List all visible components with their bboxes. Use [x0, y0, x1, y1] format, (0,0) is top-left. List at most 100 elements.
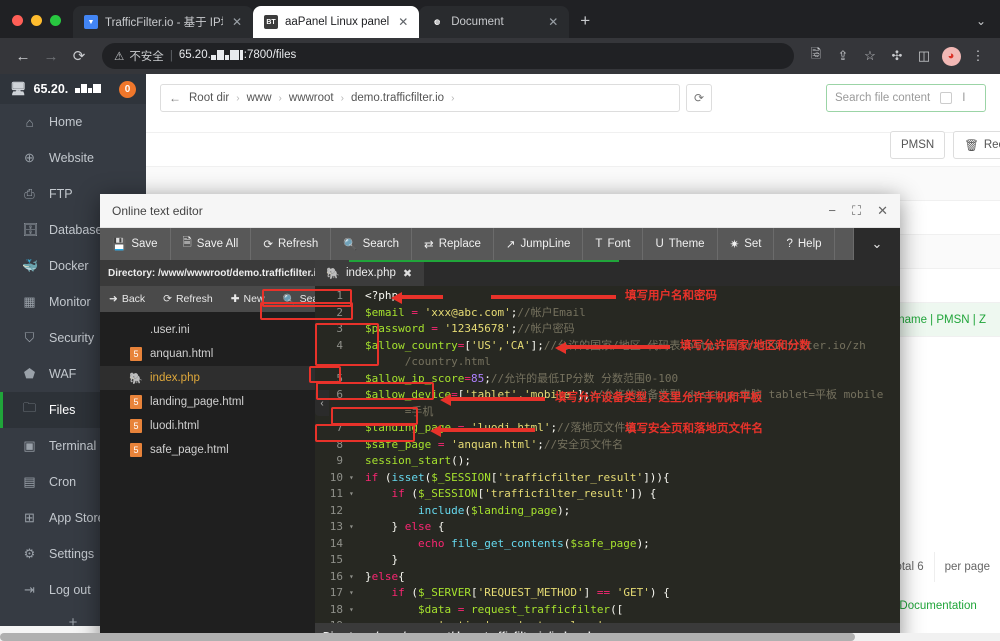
forward-icon[interactable]: →	[38, 43, 64, 69]
recycle-button[interactable]: 🗑 Recycle	[953, 131, 1000, 159]
list-item[interactable]: 5 landing_page.html	[100, 390, 315, 414]
fold-marker	[349, 305, 359, 322]
replace-button[interactable]: ⇄ Replace	[412, 228, 494, 260]
sidebar-item-label: App Store	[49, 511, 105, 525]
save-all-button[interactable]: 🗎 Save All	[171, 228, 252, 260]
fold-marker[interactable]: ▾	[349, 602, 359, 619]
fold-marker	[349, 437, 359, 454]
list-item[interactable]: 5 luodi.html	[100, 414, 315, 438]
list-item[interactable]: .user.ini	[100, 318, 315, 342]
sidebar-item-label: Settings	[49, 547, 95, 561]
editor-toolbar: 💾 Save 🗎 Save All ⟳ Refresh 🔍 Search ⇄ R…	[100, 228, 900, 260]
bookmark-star-icon[interactable]: ☆	[858, 44, 882, 68]
back-icon[interactable]: ←	[10, 43, 36, 69]
tab-label: TrafficFilter.io - 基于 IP地址/浏	[105, 17, 223, 29]
security-indicator[interactable]: ⚠ 不安全	[114, 48, 164, 64]
logout-icon: ⇥	[24, 582, 35, 597]
panel-logo[interactable]: 🖥 65.20. 0	[0, 74, 146, 104]
fold-marker	[349, 288, 359, 305]
fold-marker	[349, 387, 359, 404]
file-refresh-button[interactable]: ⟳ Refresh	[154, 286, 222, 312]
help-label: Help	[797, 238, 822, 250]
browser-tab-aapanel[interactable]: BT aaPanel Linux panel ✕	[253, 6, 420, 38]
close-icon[interactable]: ✕	[230, 15, 244, 29]
chevron-down-icon[interactable]: ⌄	[854, 228, 900, 260]
per-page-label[interactable]: per page	[933, 552, 1000, 582]
breadcrumb[interactable]: ← Root dir › www › wwwroot › demo.traffi…	[160, 84, 680, 112]
jumpline-button[interactable]: ↗ JumpLine	[494, 228, 584, 260]
save-button[interactable]: 💾 Save	[100, 228, 171, 260]
reload-icon[interactable]: ⟳	[66, 43, 92, 69]
maximize-window-dot[interactable]	[50, 15, 61, 26]
home-icon: ⌂	[25, 114, 34, 130]
search-input[interactable]: Search file content I	[826, 84, 986, 112]
close-icon[interactable]: ✕	[396, 15, 410, 29]
maximize-icon[interactable]: ⛶	[852, 203, 861, 219]
pmsn-button[interactable]: PMSN	[890, 131, 946, 159]
fold-marker[interactable]: ▾	[349, 569, 359, 586]
search-label: Search	[362, 238, 400, 250]
search-icon: 🔍	[282, 293, 296, 306]
fold-marker	[349, 404, 359, 421]
set-label: Set	[744, 238, 762, 250]
fold-marker[interactable]: ▾	[349, 486, 359, 503]
browser-toolbar: ← → ⟳ ⚠ 不安全 | 65.20.:7800/files 🗟 ⇪ ☆ ✣ …	[0, 38, 1000, 74]
list-item[interactable]: 5 safe_page.html	[100, 438, 315, 462]
font-button[interactable]: T Font	[583, 228, 644, 260]
refresh-icon[interactable]: ⟳	[686, 84, 712, 112]
collapse-panel-handle[interactable]: ‹	[315, 390, 329, 416]
theme-button[interactable]: U Theme	[643, 228, 718, 260]
address-bar[interactable]: ⚠ 不安全 | 65.20.:7800/files	[102, 43, 794, 69]
scrollbar-thumb[interactable]	[0, 633, 855, 641]
notification-badge[interactable]: 0	[119, 80, 136, 98]
chevron-down-icon[interactable]: ⌄	[962, 14, 1000, 38]
close-window-dot[interactable]	[12, 15, 23, 26]
editor-title-bar[interactable]: Online text editor − ⛶ ✕	[100, 194, 900, 228]
minimize-window-dot[interactable]	[31, 15, 42, 26]
help-button[interactable]: ? Help	[774, 228, 835, 260]
breadcrumb-item-root[interactable]: Root dir	[189, 92, 229, 104]
fold-marker[interactable]: ▾	[349, 585, 359, 602]
file-back-button[interactable]: ➜ Back	[100, 286, 154, 312]
fold-marker[interactable]: ▾	[349, 519, 359, 536]
footer-documentation-link[interactable]: Documentation	[899, 600, 976, 612]
browser-tab-trafficfilter[interactable]: ▼ TrafficFilter.io - 基于 IP地址/浏 ✕	[73, 6, 253, 38]
trafficfilter-favicon: ▼	[84, 15, 98, 29]
code-text: $allow_country=['US','CA'];//允许的国家/地区 代码…	[365, 338, 866, 352]
minimize-icon[interactable]: −	[828, 203, 836, 218]
security-label: 不安全	[129, 51, 164, 63]
breadcrumb-item-www[interactable]: www	[247, 92, 272, 104]
close-icon[interactable]: ✖	[403, 267, 412, 280]
search-button[interactable]: 🔍 Search	[331, 228, 413, 260]
share-icon[interactable]: ⇪	[831, 44, 855, 68]
browser-tabstrip: ▼ TrafficFilter.io - 基于 IP地址/浏 ✕ BT aaPa…	[0, 0, 1000, 38]
set-button[interactable]: ✷ Set	[718, 228, 775, 260]
redacted-ip	[210, 50, 244, 63]
arrow-left-icon[interactable]: ←	[169, 91, 181, 105]
list-item-selected[interactable]: 🐘 index.php	[100, 366, 315, 390]
browser-tab-document[interactable]: ◍ Document ✕	[419, 6, 570, 38]
code-editor-area[interactable]: 1 <?php 2 $email = 'xxx@abc.com';//帐户Email 3…	[315, 286, 900, 623]
translate-icon[interactable]: 🗟	[804, 44, 828, 68]
refresh-button[interactable]: ⟳ Refresh	[251, 228, 332, 260]
breadcrumb-item-site[interactable]: demo.trafficfilter.io	[351, 92, 444, 104]
editor-tab-index-php[interactable]: 🐘 index.php ✖	[315, 260, 425, 286]
new-tab-button[interactable]: +	[569, 11, 601, 38]
sidebar-item-website[interactable]: ⊕ Website	[0, 140, 146, 176]
breadcrumb-item-wwwroot[interactable]: wwwroot	[289, 92, 334, 104]
fold-marker[interactable]: ▾	[349, 470, 359, 487]
more-menu-icon[interactable]: ⋮	[966, 44, 990, 68]
file-name: anquan.html	[150, 348, 214, 360]
page-horizontal-scrollbar[interactable]	[0, 633, 1000, 641]
table-row[interactable]	[146, 132, 1000, 166]
profile-avatar[interactable]: ◕	[939, 44, 963, 68]
sidepanel-icon[interactable]: ◫	[912, 44, 936, 68]
list-item[interactable]: 5 anquan.html	[100, 342, 315, 366]
file-new-button[interactable]: ✚ New	[222, 286, 274, 312]
close-icon[interactable]: ✕	[877, 203, 888, 219]
window-controls[interactable]	[8, 15, 73, 38]
extensions-puzzle-icon[interactable]: ✣	[885, 44, 909, 68]
sidebar-item-home[interactable]: ⌂ Home	[0, 104, 146, 140]
close-icon[interactable]: ✕	[546, 15, 560, 29]
search-checkbox[interactable]	[940, 92, 953, 104]
